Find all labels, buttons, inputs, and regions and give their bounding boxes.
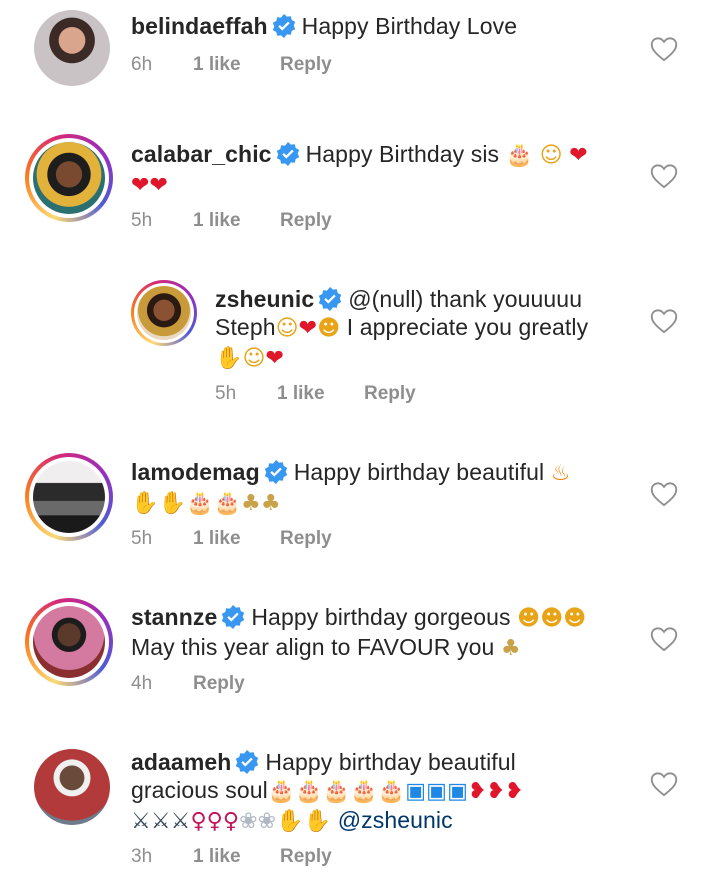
verified-badge-icon bbox=[264, 460, 287, 484]
likes-count[interactable]: 1 like bbox=[193, 210, 280, 232]
red-heart-icon: ❤ bbox=[265, 346, 285, 371]
username[interactable]: stannze bbox=[131, 604, 217, 630]
comment-text: Happy birthday beautiful bbox=[293, 459, 545, 485]
reply-button[interactable]: Reply bbox=[280, 846, 332, 868]
avatar-image bbox=[33, 142, 105, 214]
gift-icon: ▣▣▣ bbox=[405, 779, 468, 804]
comment-meta: 5h 1 like Reply bbox=[131, 210, 332, 232]
avatar-image bbox=[33, 606, 105, 678]
walking-person-icon: ⚔⚔⚔ bbox=[131, 809, 191, 834]
heart-outline-icon[interactable] bbox=[650, 36, 678, 62]
reply-button[interactable]: Reply bbox=[280, 54, 332, 76]
avatar[interactable] bbox=[28, 4, 116, 92]
dove-icon: ❀❀ bbox=[239, 809, 277, 834]
avatar[interactable] bbox=[25, 453, 113, 541]
comment-text: Happy birthday gorgeous bbox=[251, 604, 511, 630]
timestamp: 5h bbox=[131, 528, 153, 549]
clinking-glasses-icon: ♣ bbox=[500, 636, 521, 661]
verified-badge-icon bbox=[222, 605, 245, 629]
comment-body: calabar_chic Happy Birthday sis 🎂 ☺ ❤ ❤❤ bbox=[131, 140, 631, 200]
comment-meta: 5h 1 like Reply bbox=[131, 528, 332, 550]
red-heart-icon: ❤❤ bbox=[131, 173, 169, 198]
timestamp: 4h bbox=[131, 673, 153, 694]
heart-outline-icon[interactable] bbox=[650, 626, 678, 652]
comment-text: Steph bbox=[215, 314, 276, 340]
red-heart-icon: ❤ bbox=[569, 143, 588, 168]
verified-badge-icon bbox=[319, 287, 342, 311]
timestamp: 5h bbox=[215, 383, 237, 404]
two-hearts-icon: ❥❥❥ bbox=[467, 779, 524, 804]
reply-button[interactable]: Reply bbox=[280, 528, 332, 550]
timestamp: 5h bbox=[131, 210, 153, 231]
verified-badge-icon bbox=[276, 142, 299, 166]
likes-count[interactable]: 1 like bbox=[277, 383, 364, 405]
comment-text: @(null) thank youuuuu bbox=[348, 286, 583, 312]
timestamp: 3h bbox=[131, 846, 153, 867]
folded-hands-icon: ✋ bbox=[215, 346, 243, 371]
birthday-cake-icon: 🎂 bbox=[505, 143, 534, 168]
comment-body: stannze Happy birthday gorgeous ☻☻☻ May t… bbox=[131, 603, 631, 663]
avatar-image bbox=[34, 749, 110, 825]
avatar-image bbox=[33, 461, 105, 533]
hugging-face-icon: ☺ bbox=[275, 316, 299, 341]
comment-text: Happy Birthday sis bbox=[305, 141, 500, 167]
heart-outline-icon[interactable] bbox=[650, 308, 678, 334]
heart-outline-icon[interactable] bbox=[650, 163, 678, 189]
mention-link[interactable]: @zsheunic bbox=[338, 807, 453, 833]
verified-badge-icon bbox=[272, 14, 295, 38]
likes-count[interactable]: 1 like bbox=[193, 528, 280, 550]
hugging-face-icon: ☺ bbox=[242, 346, 266, 371]
birthday-cake-icon: 🎂🎂 bbox=[186, 491, 241, 516]
likes-count[interactable]: 1 like bbox=[193, 54, 280, 76]
heart-outline-icon[interactable] bbox=[650, 771, 678, 797]
smiling-hearts-icon: ☻ bbox=[317, 316, 341, 341]
comment-meta: 5h 1 like Reply bbox=[215, 383, 416, 405]
timestamp: 6h bbox=[131, 54, 153, 75]
username[interactable]: belindaeffah bbox=[131, 13, 268, 39]
folded-hands-icon: ✋✋ bbox=[276, 809, 332, 834]
avatar[interactable] bbox=[25, 598, 113, 686]
verified-badge-icon bbox=[236, 750, 259, 774]
avatar[interactable] bbox=[25, 134, 113, 222]
username[interactable]: lamodemag bbox=[131, 459, 260, 485]
likes-count[interactable]: 1 like bbox=[193, 846, 280, 868]
comment-text: I appreciate you greatly bbox=[346, 314, 589, 340]
reply-button[interactable]: Reply bbox=[193, 673, 245, 695]
comment-body: zsheunic @(null) thank youuuuu Steph☺❤☻ I… bbox=[215, 285, 635, 373]
heart-outline-icon[interactable] bbox=[650, 481, 678, 507]
username[interactable]: zsheunic bbox=[215, 286, 314, 312]
comment-body: lamodemag Happy birthday beautiful ♨ ✋✋🎂🎂… bbox=[131, 458, 631, 518]
comment-meta: 3h 1 like Reply bbox=[131, 846, 332, 868]
comment-body: belindaeffah Happy Birthday Love bbox=[131, 12, 517, 40]
username[interactable]: calabar_chic bbox=[131, 141, 272, 167]
avatar-image bbox=[137, 286, 191, 340]
heart-eyes-icon: ☻☻☻ bbox=[517, 606, 587, 631]
reply-button[interactable]: Reply bbox=[364, 383, 416, 405]
clinking-glasses-icon: ♣♣ bbox=[241, 491, 281, 516]
comment-meta: 6h 1 like Reply bbox=[131, 54, 332, 76]
comment-meta: 4h Reply bbox=[131, 673, 245, 695]
avatar[interactable] bbox=[28, 743, 116, 831]
dancer-icon: ♀♀♀ bbox=[190, 809, 240, 834]
comment-text: gracious soul bbox=[131, 777, 268, 803]
avatar[interactable] bbox=[131, 280, 197, 346]
username[interactable]: adaameh bbox=[131, 749, 231, 775]
comment-text: Happy Birthday Love bbox=[301, 13, 518, 39]
reply-button[interactable]: Reply bbox=[280, 210, 332, 232]
raising-hands-icon: ✋✋ bbox=[131, 491, 186, 516]
red-heart-icon: ❤ bbox=[298, 316, 318, 341]
party-face-icon: ☺ bbox=[539, 143, 563, 168]
comment-text: May this year align to FAVOUR you bbox=[131, 634, 495, 660]
comment-body: adaameh Happy birthday beautiful gracious… bbox=[131, 748, 631, 836]
birthday-cake-icon: 🎂🎂🎂🎂🎂 bbox=[267, 779, 406, 804]
comment-text: Happy birthday beautiful bbox=[265, 749, 516, 775]
avatar-image bbox=[34, 10, 110, 86]
fire-icon: ♨ bbox=[550, 461, 571, 486]
